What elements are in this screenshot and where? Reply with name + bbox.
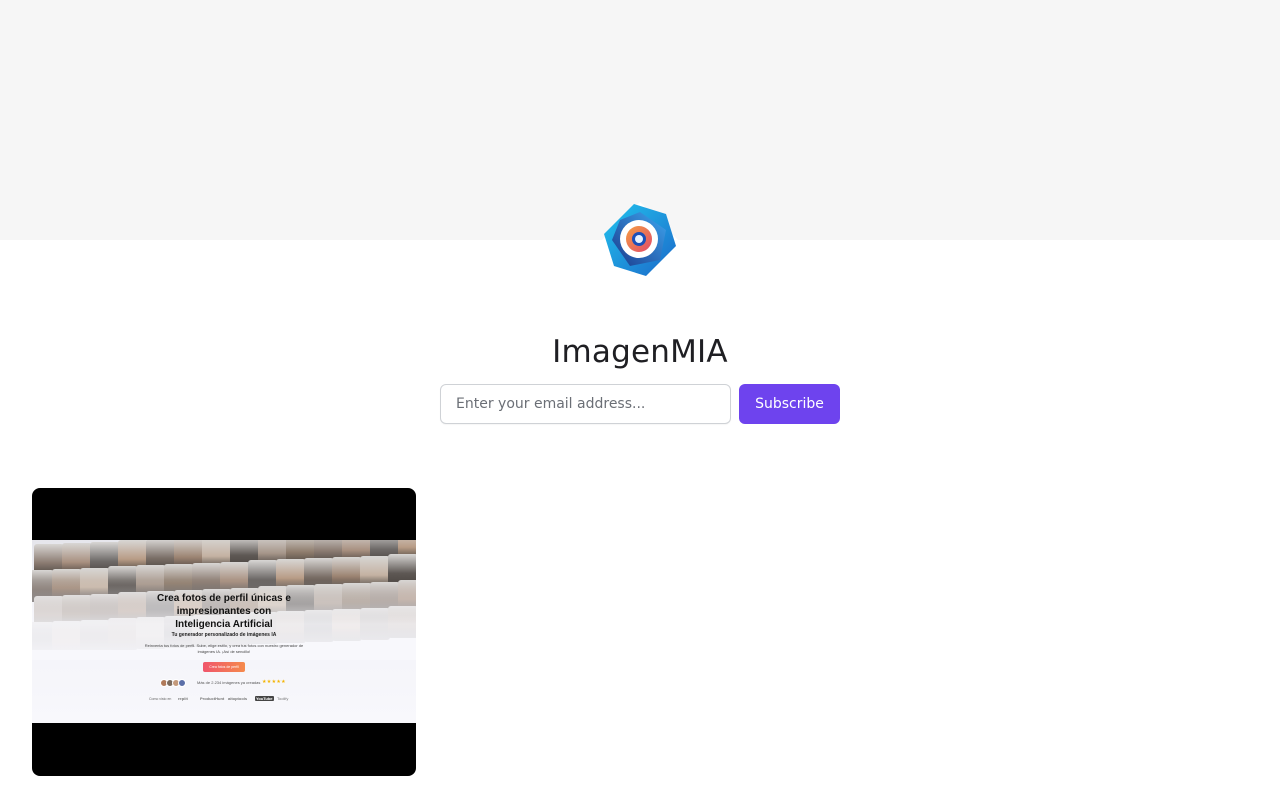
publication-title: ImagenMIA: [552, 333, 728, 370]
brand-logo-replit: replit: [178, 696, 188, 701]
rating-stars-icon: ★★★★★: [262, 679, 286, 685]
thumbnail-description: Reinventa tus fotos de perfil. Sube, eli…: [144, 643, 304, 654]
brand-logo-toolify: Toolify: [277, 696, 289, 701]
thumbnail-subheadline: Tu generador personalizado de imágenes I…: [171, 632, 277, 638]
thumbnail-headline: Crea fotos de perfil únicas e impresiona…: [157, 593, 291, 630]
brand-logo-producthunt: ProductHunt: [200, 696, 225, 701]
avatar: [178, 679, 186, 687]
email-input[interactable]: [440, 384, 731, 424]
post-thumbnail: Crea fotos de perfil únicas e impresiona…: [32, 540, 416, 723]
thumbnail-cta-button: Crea fotos de perfil: [203, 662, 245, 672]
thumbnail-featured-label: Como visto en: [149, 697, 172, 701]
thumbnail-social-proof: Más de 2.234 imágenes ya creadas: [197, 680, 261, 685]
subscribe-form: Subscribe: [440, 384, 840, 424]
brand-logo-aitoptools: aitoptools: [228, 696, 248, 701]
post-card[interactable]: Crea fotos de perfil únicas e impresiona…: [32, 488, 416, 776]
aperture-icon: [602, 202, 678, 278]
subscribe-button[interactable]: Subscribe: [739, 384, 840, 424]
brand-logo-youtube: YouTube: [255, 696, 274, 701]
